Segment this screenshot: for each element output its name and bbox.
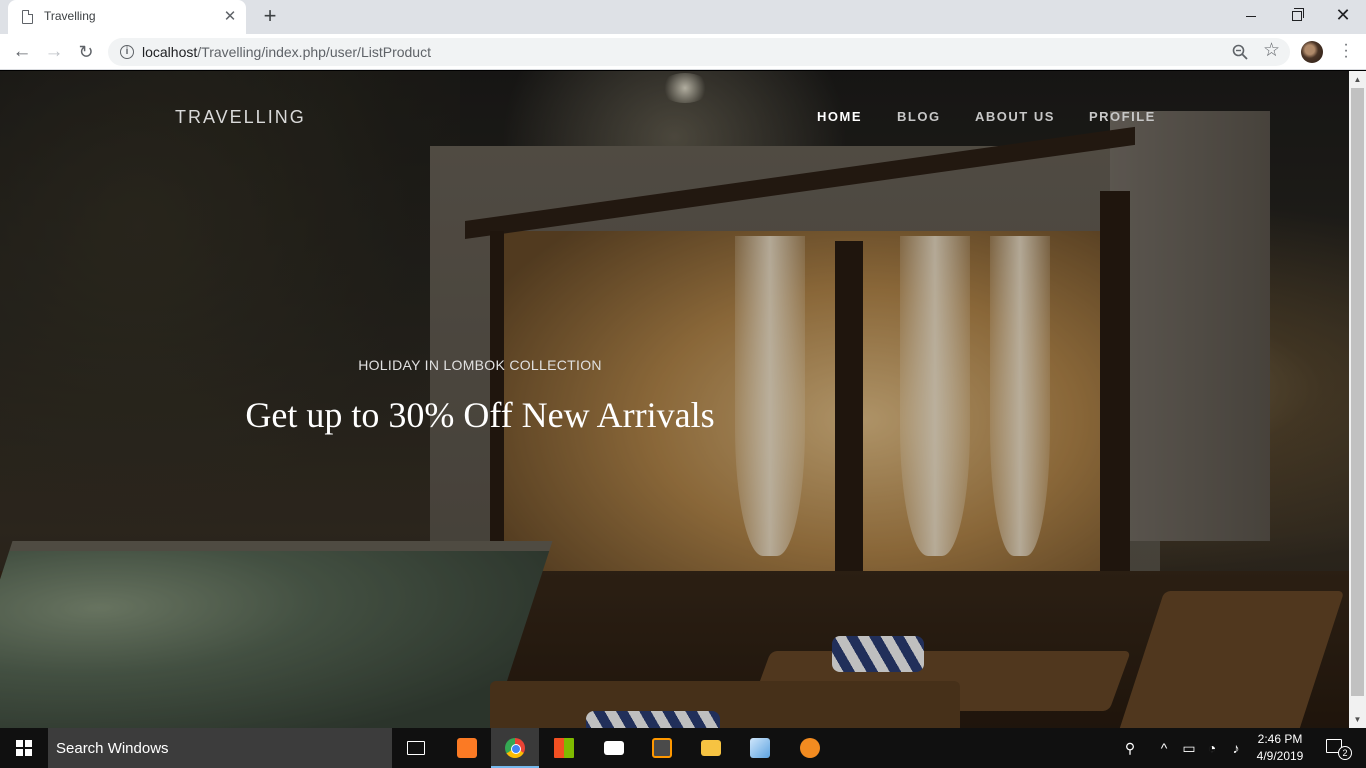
- forward-icon[interactable]: →: [40, 38, 68, 66]
- wifi-icon[interactable]: ◔: [1202, 728, 1222, 768]
- task-view-icon: [407, 741, 425, 755]
- page-scrollbar[interactable]: ▲ ▼: [1349, 71, 1366, 728]
- taskbar-clock[interactable]: 2:46 PM 4/9/2019: [1250, 731, 1310, 765]
- nav-profile[interactable]: PROFILE: [1089, 109, 1156, 124]
- chrome-icon: [505, 738, 525, 758]
- menu-icon[interactable]: · · ·: [1336, 37, 1356, 65]
- zoom-icon[interactable]: [1232, 44, 1248, 60]
- taskbar-app-xampp[interactable]: [443, 728, 491, 768]
- url-host: localhost: [142, 44, 198, 60]
- info-icon[interactable]: i: [120, 45, 134, 59]
- taskbar-search-placeholder: Search Windows: [56, 740, 169, 757]
- browser-tab[interactable]: Travelling ✕: [8, 0, 246, 34]
- scroll-down-arrow-icon[interactable]: ▼: [1349, 711, 1366, 728]
- reload-icon[interactable]: ↻: [72, 38, 100, 66]
- scroll-up-arrow-icon[interactable]: ▲: [1349, 71, 1366, 88]
- nav-about-us[interactable]: ABOUT US: [975, 109, 1055, 124]
- taskbar-app-chrome[interactable]: [491, 728, 539, 768]
- avatar[interactable]: [1301, 41, 1323, 63]
- minimize-button[interactable]: [1228, 0, 1274, 30]
- volume-icon[interactable]: ♪: [1226, 728, 1246, 768]
- nav-home[interactable]: HOME: [817, 109, 862, 124]
- taskbar-app-other[interactable]: [786, 728, 834, 768]
- mail-icon: [604, 741, 624, 755]
- windows-logo-icon: [16, 740, 32, 756]
- xampp-icon: [457, 738, 477, 758]
- browser-toolbar: ← → ↻ i localhost/Travelling/index.php/u…: [0, 34, 1366, 70]
- virtualbox-icon: [750, 738, 770, 758]
- notification-count: 2: [1338, 746, 1352, 760]
- taskbar-app-virtualbox[interactable]: [736, 728, 784, 768]
- taskbar-app-file-explorer[interactable]: [687, 728, 735, 768]
- tab-title: Travelling: [44, 9, 96, 23]
- taskbar-app-store[interactable]: [540, 728, 588, 768]
- star-icon[interactable]: ☆: [1263, 41, 1280, 61]
- new-tab-button[interactable]: +: [258, 5, 282, 29]
- nav-blog[interactable]: BLOG: [897, 109, 941, 124]
- url-text[interactable]: localhost/Travelling/index.php/user/List…: [142, 44, 431, 60]
- clock-time: 2:46 PM: [1257, 732, 1303, 746]
- chevron-up-icon[interactable]: ^: [1154, 728, 1174, 768]
- window-close-button[interactable]: ✕: [1320, 0, 1366, 30]
- site-logo[interactable]: TRAVELLING: [175, 107, 306, 128]
- hero-title: Get up to 30% Off New Arrivals: [245, 395, 715, 435]
- taskbar-app-mail[interactable]: [590, 728, 638, 768]
- taskbar: Search Windows ⚲ ^ ▭ ◔ ♪ 2:46 PM 4/9/201…: [0, 728, 1366, 768]
- taskbar-search[interactable]: Search Windows: [48, 728, 392, 768]
- action-center-button[interactable]: 2: [1318, 728, 1358, 768]
- tab-strip: Travelling ✕ + ✕: [0, 0, 1366, 34]
- task-view-button[interactable]: [392, 728, 440, 768]
- clock-date: 4/9/2019: [1256, 749, 1304, 763]
- tab-close-icon[interactable]: ✕: [220, 7, 240, 27]
- url-path: /Travelling/index.php/user/ListProduct: [197, 44, 431, 60]
- store-icon: [554, 738, 574, 758]
- scroll-thumb[interactable]: [1351, 88, 1364, 696]
- hero-subtitle: HOLIDAY IN LOMBOK COLLECTION: [358, 357, 602, 373]
- address-bar[interactable]: i localhost/Travelling/index.php/user/Li…: [108, 38, 1290, 66]
- battery-icon[interactable]: ▭: [1180, 728, 1198, 768]
- folder-icon: [701, 740, 721, 756]
- sublime-text-icon: [652, 738, 672, 758]
- restore-button[interactable]: [1274, 0, 1320, 30]
- page-icon: [22, 10, 33, 24]
- back-icon[interactable]: ←: [8, 38, 36, 66]
- people-icon[interactable]: ⚲: [1118, 728, 1142, 768]
- taskbar-app-sublime[interactable]: [638, 728, 686, 768]
- start-button[interactable]: [0, 728, 48, 768]
- app-icon: [800, 738, 820, 758]
- hero-section: TRAVELLING HOME BLOG ABOUT US PROFILE HO…: [0, 71, 1349, 728]
